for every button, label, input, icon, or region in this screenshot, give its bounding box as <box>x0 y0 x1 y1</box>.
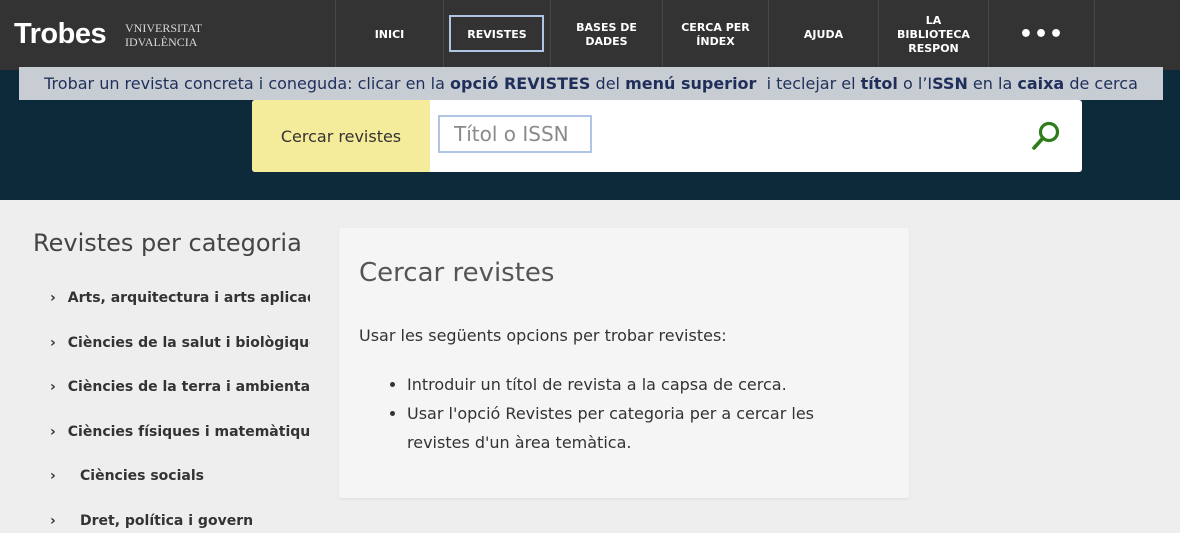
nav-item-label-line2: BIBLIOTECA <box>897 28 970 41</box>
nav-item-label-line3: RESPON <box>908 42 959 55</box>
callout-bold-part: SSN <box>932 74 968 93</box>
category-label: Ciències de la terra i ambientals <box>67 379 310 395</box>
nav-more-button[interactable]: ••• <box>988 0 1095 70</box>
category-item[interactable]: › Arts, arquitectura i arts aplicades <box>50 286 310 310</box>
category-item[interactable]: › Ciències socials <box>50 464 310 488</box>
callout-text: Trobar un revista concreta i coneguda: c… <box>44 74 1138 93</box>
sidebar-title: Revistes per categoria <box>33 229 302 257</box>
chevron-right-icon: › <box>50 513 56 529</box>
search-icon <box>1032 121 1060 150</box>
instruction-callout: Trobar un revista concreta i coneguda: c… <box>19 67 1163 100</box>
nav-item-revistes[interactable]: REVISTES <box>443 0 550 70</box>
callout-text-part: o l’I <box>897 74 933 93</box>
category-label: Dret, política i govern <box>80 513 254 529</box>
callout-bold-part: menú superior <box>625 74 757 93</box>
nav-item-label-line1: CERCA PER <box>681 21 750 34</box>
nav-item-label-line2: DADES <box>585 35 628 48</box>
callout-bold-part: caixa <box>1017 74 1065 93</box>
category-item[interactable]: › Ciències de la terra i ambientals <box>50 375 310 399</box>
card-options-list: Introduir un títol de revista a la capsa… <box>387 370 867 457</box>
callout-text-part: i teclejar el <box>756 74 861 93</box>
search-help-card: Cercar revistes Usar les següents opcion… <box>339 228 909 498</box>
search-input[interactable] <box>438 115 592 153</box>
nav-item-label: AJUDA <box>803 28 844 41</box>
chevron-right-icon: › <box>50 424 56 440</box>
nav-item-label: INICI <box>374 28 405 41</box>
list-item: Usar l'opció Revistes per categoria per … <box>407 399 867 457</box>
nav-item-la-biblioteca-respon[interactable]: LA BIBLIOTECA RESPON <box>878 0 988 70</box>
callout-bold-part: títol <box>860 74 898 93</box>
nav-item-cerca-per-index[interactable]: CERCA PER ÍNDEX <box>662 0 768 70</box>
chevron-right-icon: › <box>50 290 56 306</box>
university-logo: VNIVERSITAT IDVALÈNCIA <box>125 21 202 49</box>
list-item: Introduir un títol de revista a la capsa… <box>407 370 867 399</box>
category-label: Ciències socials <box>80 468 204 484</box>
search-label: Cercar revistes <box>252 100 430 172</box>
main-content: Revistes per categoria › Arts, arquitect… <box>0 200 1180 533</box>
callout-text-part: de cerca <box>1064 74 1138 93</box>
callout-bold-part: opció REVISTES <box>450 74 591 93</box>
trobes-logo[interactable]: Trobes <box>14 16 107 52</box>
callout-text-part: Trobar un revista concreta i coneguda: c… <box>44 74 450 93</box>
university-line-1: VNIVERSITAT <box>125 21 203 35</box>
more-icon: ••• <box>1018 22 1065 47</box>
university-line-2: IDVALÈNCIA <box>125 35 198 49</box>
nav-item-label-line1: BASES DE <box>576 21 637 34</box>
callout-text-part: en la <box>967 74 1018 93</box>
nav-item-ajuda[interactable]: AJUDA <box>768 0 878 70</box>
nav-item-inici[interactable]: INICI <box>335 0 443 70</box>
chevron-right-icon: › <box>50 379 56 395</box>
nav-item-label: REVISTES <box>467 28 527 41</box>
top-navigation-bar: Trobes VNIVERSITAT IDVALÈNCIA INICI REVI… <box>0 0 1180 70</box>
card-title: Cercar revistes <box>359 258 555 288</box>
category-item[interactable]: › Dret, política i govern <box>50 509 310 533</box>
nav-item-label-line1: LA <box>925 14 942 27</box>
category-label: Arts, arquitectura i arts aplicades <box>67 290 310 306</box>
nav-item-label-line2: ÍNDEX <box>696 35 735 48</box>
card-intro: Usar les següents opcions per trobar rev… <box>359 326 727 345</box>
category-item[interactable]: › Ciències físiques i matemàtiques <box>50 420 310 444</box>
journal-search-bar: Cercar revistes <box>252 100 1082 172</box>
category-item[interactable]: › Ciències de la salut i biològiques <box>50 331 310 355</box>
nav-item-bases-de-dades[interactable]: BASES DE DADES <box>550 0 662 70</box>
callout-text-part: del <box>590 74 626 93</box>
chevron-right-icon: › <box>50 335 56 351</box>
search-button[interactable] <box>1028 118 1064 154</box>
chevron-right-icon: › <box>50 468 56 484</box>
category-label: Ciències físiques i matemàtiques <box>67 424 310 440</box>
category-label: Ciències de la salut i biològiques <box>67 335 310 351</box>
